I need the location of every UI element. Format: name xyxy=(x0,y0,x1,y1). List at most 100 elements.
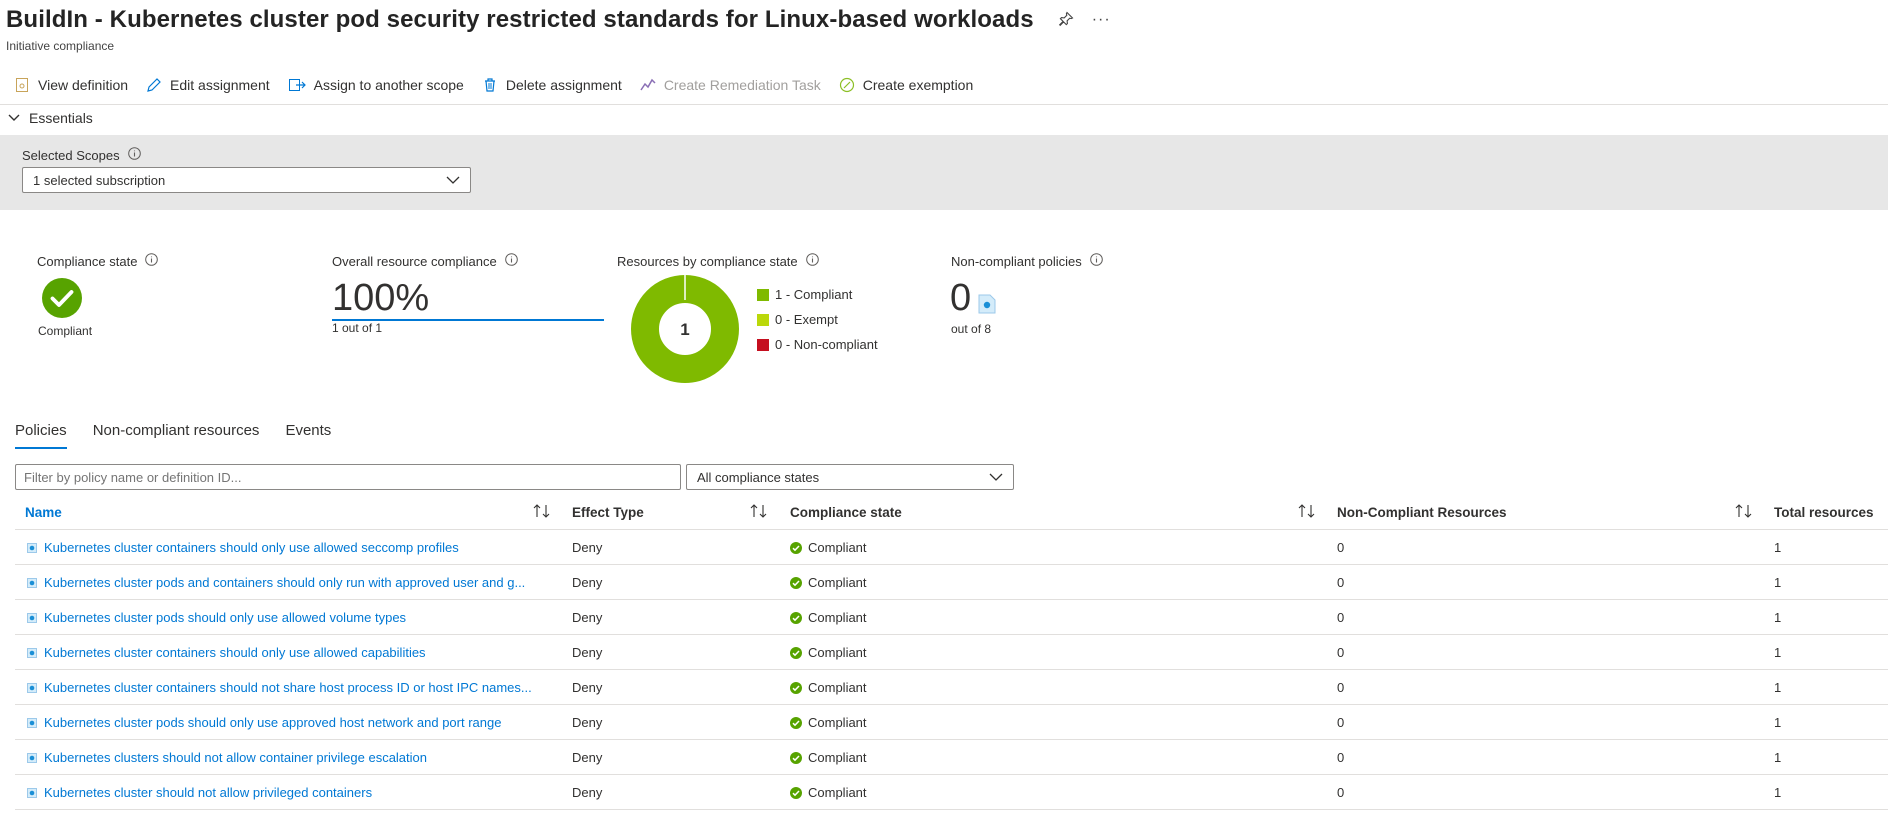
check-circle-icon xyxy=(790,576,802,589)
compliance-state-dropdown[interactable]: All compliance states xyxy=(686,464,1014,490)
state-cell: Compliant xyxy=(808,540,867,555)
command-bar: View definition Edit assignment Assign t… xyxy=(14,73,991,97)
check-circle-icon xyxy=(790,541,802,554)
donut-center-value: 1 xyxy=(680,320,689,339)
total-cell: 1 xyxy=(1774,610,1782,625)
scopes-label: Selected Scopes xyxy=(22,147,120,163)
policy-link[interactable]: Kubernetes cluster containers should onl… xyxy=(44,540,459,555)
compliant-check-icon xyxy=(42,278,82,321)
noncompliant-cell: 0 xyxy=(1337,610,1345,625)
check-circle-icon xyxy=(790,681,802,694)
column-header-noncompliant[interactable]: Non-Compliant Resources xyxy=(1337,505,1507,520)
info-icon[interactable] xyxy=(1089,253,1103,269)
policy-icon xyxy=(27,682,37,693)
state-cell: Compliant xyxy=(808,610,867,625)
donut-legend: 1 - Compliant 0 - Exempt 0 - Non-complia… xyxy=(757,282,878,357)
state-cell: Compliant xyxy=(808,645,867,660)
delete-assignment-button[interactable]: Delete assignment xyxy=(482,77,622,93)
total-cell: 1 xyxy=(1774,750,1782,765)
policy-link[interactable]: Kubernetes cluster pods and containers s… xyxy=(44,575,525,590)
more-options-icon[interactable]: ··· xyxy=(1092,11,1111,29)
tab-noncompliant-resources[interactable]: Non-compliant resources xyxy=(93,422,260,449)
info-icon[interactable] xyxy=(145,253,159,269)
title-bar: BuildIn - Kubernetes cluster pod securit… xyxy=(6,6,1111,34)
legend-item-exempt[interactable]: 0 - Exempt xyxy=(757,307,878,332)
overall-compliance-value[interactable]: 100% xyxy=(332,277,604,321)
trash-icon xyxy=(484,78,495,92)
document-icon xyxy=(16,78,28,92)
effect-cell: Deny xyxy=(572,575,603,590)
remediation-icon xyxy=(640,78,656,91)
scopes-panel: Selected Scopes 1 selected subscription xyxy=(0,135,1888,210)
effect-cell: Deny xyxy=(572,750,603,765)
table-header: Name Effect Type Compliance state Non-Co… xyxy=(15,497,1888,530)
policy-icon xyxy=(978,294,996,317)
legend-item-compliant[interactable]: 1 - Compliant xyxy=(757,282,878,307)
policy-link[interactable]: Kubernetes cluster should not allow priv… xyxy=(44,785,372,800)
noncompliant-cell: 0 xyxy=(1337,645,1345,660)
policy-icon xyxy=(27,647,37,658)
sort-icon[interactable] xyxy=(533,504,551,521)
essentials-toggle[interactable]: Essentials xyxy=(8,110,93,126)
column-header-effect[interactable]: Effect Type xyxy=(572,505,644,520)
noncompliant-cell: 0 xyxy=(1337,680,1345,695)
tab-events[interactable]: Events xyxy=(285,422,331,449)
info-icon[interactable] xyxy=(805,253,819,269)
noncompliant-cell: 0 xyxy=(1337,785,1345,800)
policy-icon xyxy=(27,542,37,553)
sort-icon[interactable] xyxy=(750,504,768,521)
chevron-down-icon xyxy=(446,176,460,184)
compliance-donut-chart[interactable]: 1 xyxy=(630,274,740,387)
filter-input[interactable] xyxy=(15,464,681,490)
state-cell: Compliant xyxy=(808,715,867,730)
create-exemption-button[interactable]: Create exemption xyxy=(839,77,973,93)
table-row: Kubernetes clusters should not allow con… xyxy=(15,740,1888,775)
legend-item-noncompliant[interactable]: 0 - Non-compliant xyxy=(757,332,878,357)
check-circle-icon xyxy=(790,751,802,764)
exemption-icon xyxy=(839,77,854,93)
total-cell: 1 xyxy=(1774,645,1782,660)
check-circle-icon xyxy=(790,611,802,624)
pencil-icon xyxy=(147,78,161,92)
table-row: Kubernetes cluster pods should only use … xyxy=(15,705,1888,740)
state-cell: Compliant xyxy=(808,575,867,590)
effect-cell: Deny xyxy=(572,645,603,660)
policy-icon xyxy=(27,787,37,798)
policy-link[interactable]: Kubernetes cluster containers should not… xyxy=(44,680,532,695)
policy-link[interactable]: Kubernetes cluster pods should only use … xyxy=(44,610,406,625)
policy-link[interactable]: Kubernetes clusters should not allow con… xyxy=(44,750,427,765)
overall-compliance-label: Overall resource compliance xyxy=(332,253,497,269)
view-definition-button[interactable]: View definition xyxy=(14,77,128,93)
assign-icon xyxy=(288,79,306,91)
tab-policies[interactable]: Policies xyxy=(15,422,67,449)
sort-icon[interactable] xyxy=(1735,504,1753,521)
edit-assignment-button[interactable]: Edit assignment xyxy=(146,77,270,93)
scope-dropdown[interactable]: 1 selected subscription xyxy=(22,167,471,193)
info-icon[interactable] xyxy=(127,147,141,163)
compliance-state-value: Compliant xyxy=(38,324,93,338)
effect-cell: Deny xyxy=(572,785,603,800)
create-remediation-button[interactable]: Create Remediation Task xyxy=(640,77,821,93)
noncompliant-policies-sub: out of 8 xyxy=(951,322,992,336)
column-header-name[interactable]: Name xyxy=(25,505,62,520)
effect-cell: Deny xyxy=(572,610,603,625)
policy-icon xyxy=(27,752,37,763)
pin-icon[interactable] xyxy=(1058,11,1074,30)
effect-cell: Deny xyxy=(572,680,603,695)
policy-link[interactable]: Kubernetes cluster containers should onl… xyxy=(44,645,426,660)
column-header-state[interactable]: Compliance state xyxy=(790,505,902,520)
policy-link[interactable]: Kubernetes cluster pods should only use … xyxy=(44,715,501,730)
sort-icon[interactable] xyxy=(1298,504,1316,521)
total-cell: 1 xyxy=(1774,785,1782,800)
info-icon[interactable] xyxy=(504,253,518,269)
legend-swatch xyxy=(757,288,769,301)
noncompliant-cell: 0 xyxy=(1337,540,1345,555)
noncompliant-cell: 0 xyxy=(1337,575,1345,590)
column-header-total[interactable]: Total resources xyxy=(1774,505,1874,520)
total-cell: 1 xyxy=(1774,715,1782,730)
assign-scope-button[interactable]: Assign to another scope xyxy=(288,77,464,93)
check-circle-icon xyxy=(790,716,802,729)
check-circle-icon xyxy=(790,646,802,659)
table-row: Kubernetes cluster should not allow priv… xyxy=(15,775,1888,810)
legend-swatch xyxy=(757,338,769,351)
